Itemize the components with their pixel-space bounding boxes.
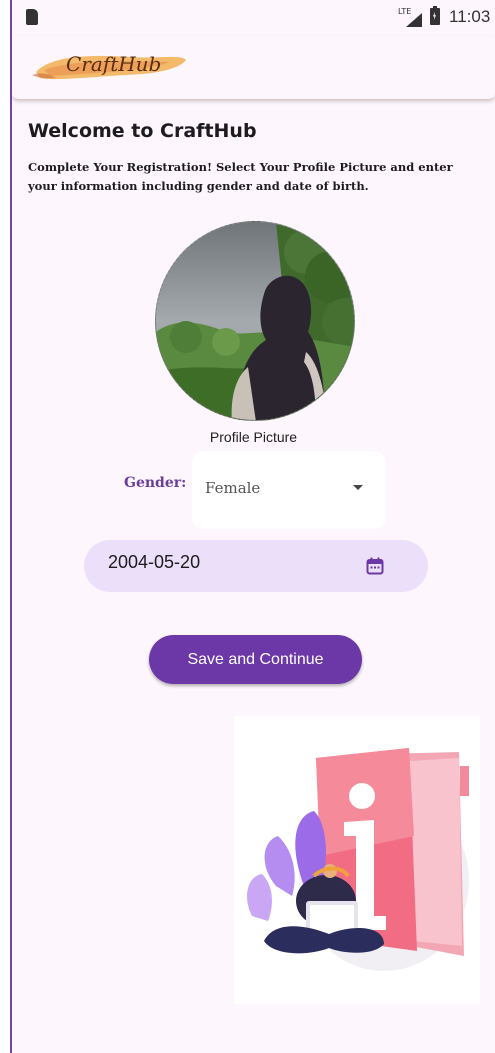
- battery-charging-icon: [430, 6, 440, 25]
- date-of-birth-value: 2004-05-20: [108, 552, 201, 572]
- dropdown-arrow-icon: [353, 485, 363, 490]
- date-of-birth-field[interactable]: 2004-05-20: [84, 540, 428, 592]
- profile-picture-label: Profile Picture: [209, 429, 298, 445]
- signal-indicator: LTE: [398, 7, 426, 27]
- app-screen: LTE 11:03 CraftHub Welcome to CraftHub C…: [12, 0, 495, 1053]
- save-and-continue-button[interactable]: Save and Continue: [149, 635, 362, 684]
- gender-label: Gender:: [124, 475, 187, 491]
- status-bar: LTE 11:03: [12, 0, 495, 36]
- sd-card-icon: [26, 9, 38, 25]
- profile-photo-image: [156, 222, 354, 420]
- logo-text: CraftHub: [66, 52, 162, 76]
- info-illustration-image: [247, 748, 469, 971]
- profile-picture[interactable]: [155, 221, 355, 421]
- page-title: Welcome to CraftHub: [28, 120, 257, 142]
- status-time: 11:03: [449, 7, 491, 26]
- app-logo[interactable]: CraftHub: [30, 48, 188, 84]
- info-illustration: [234, 716, 480, 1004]
- page-subtitle: Complete Your Registration! Select Your …: [28, 160, 453, 193]
- app-bar: CraftHub: [12, 36, 495, 100]
- gender-dropdown[interactable]: Female: [192, 451, 386, 529]
- gender-selected-value: Female: [205, 479, 261, 497]
- left-rail: [0, 0, 12, 1053]
- signal-icon: [406, 13, 422, 27]
- calendar-icon[interactable]: [365, 556, 385, 576]
